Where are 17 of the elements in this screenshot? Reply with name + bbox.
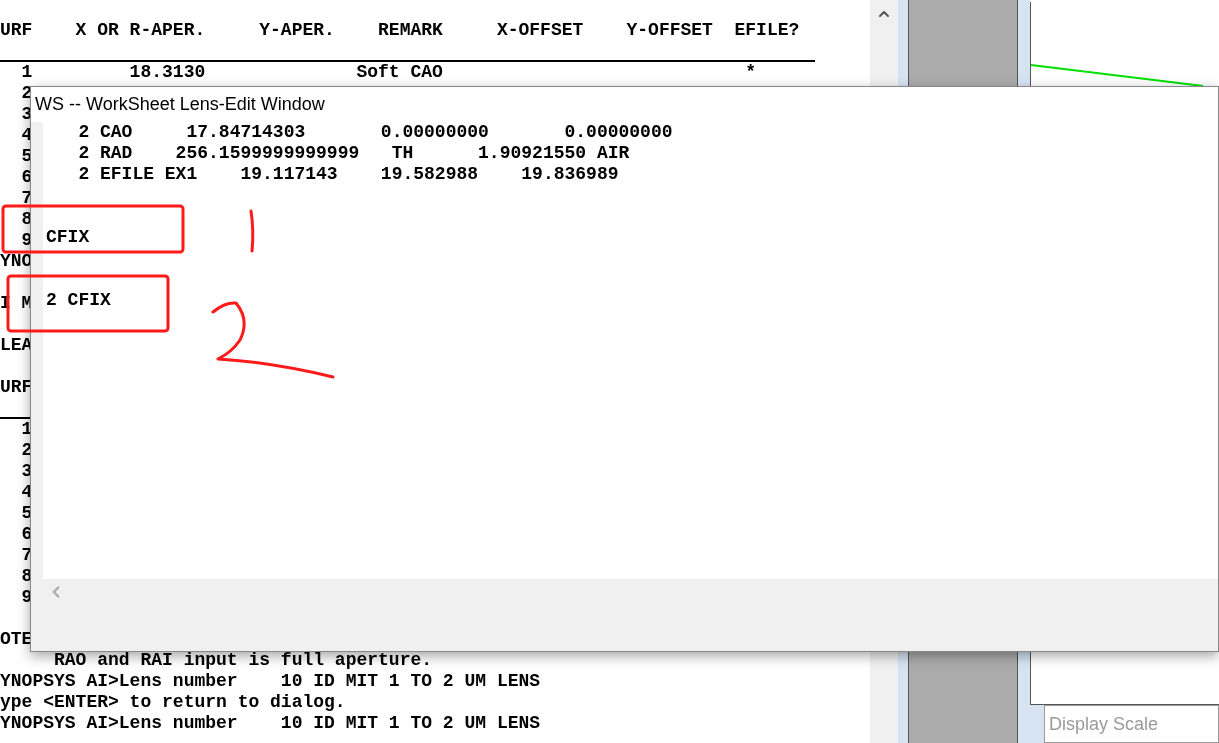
window-title: WS -- WorkSheet Lens-Edit Window: [35, 93, 325, 116]
console-line: ype <ENTER> to return to dialog.: [0, 692, 346, 713]
console-line: URF X OR R-APER. Y-APER. REMARK X-OFFSET Y-OFFSET EFILE?: [0, 20, 800, 41]
console-line: OTE: [0, 629, 33, 650]
console-line: LEA: [0, 335, 33, 356]
handwritten-mark-drawing: [249, 209, 255, 253]
display-scale-label: Display Scale: [1044, 705, 1219, 743]
console-line: RAO and RAI input is full aperture.: [53, 650, 433, 671]
console-line: YNOPSYS AI>Lens number 10 ID MIT 1 TO 2 UM LENS: [0, 671, 541, 692]
console-line: URF: [0, 377, 33, 398]
console-line: 1 18.3130 Soft CAO *: [20, 62, 757, 83]
console-line: YNOPSYS AI>Lens number 10 ID MIT 1 TO 2 UM LENS: [0, 713, 541, 734]
editor-line: CFIX: [46, 227, 90, 248]
editor-line: 2 CAO 17.84714303 0.00000000 0.00000000: [77, 122, 673, 143]
editor-line: 2 RAD 256.1599999999999 TH 1.90921550 AIR: [77, 143, 630, 164]
editor-line: 2 CFIX: [46, 290, 111, 311]
editor-line: 2 EFILE EX1 19.117143 19.582988 19.836989: [77, 164, 619, 185]
